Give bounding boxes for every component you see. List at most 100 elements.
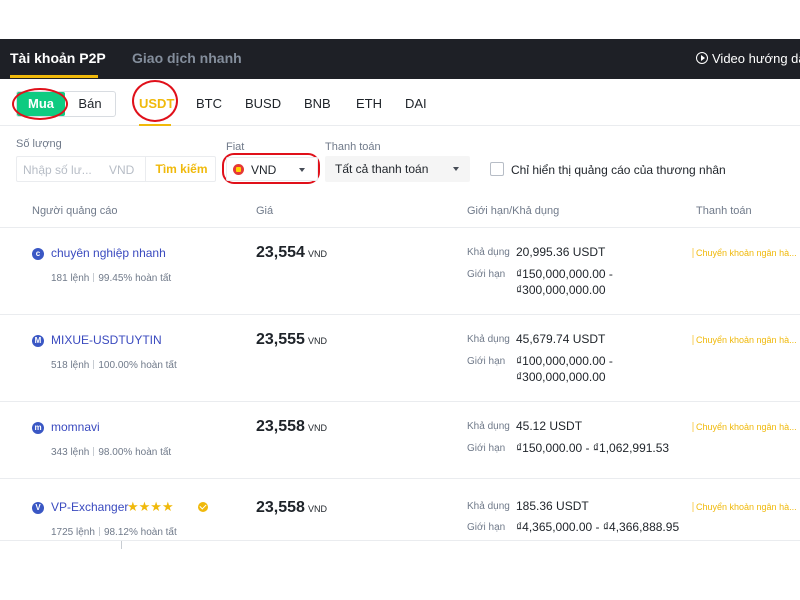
price-value: 23,558 <box>256 499 305 516</box>
coin-tab-usdt[interactable]: USDT <box>139 96 174 111</box>
column-header-price: Giá <box>256 205 274 217</box>
limit-value: ₫4,365,000.00 - ₫4,366,888.95 <box>516 520 680 534</box>
advertiser-name[interactable]: momnavi <box>51 420 100 434</box>
tab-p2p-account[interactable]: Tài khoản P2P <box>10 50 106 66</box>
order-count: 343 lệnh <box>51 447 90 458</box>
order-count: 181 lệnh <box>51 273 90 284</box>
limit-value-cont: ₫300,000,000.00 <box>516 283 606 297</box>
available-value: 45.12 USDT <box>516 419 583 433</box>
available-value: 185.36 USDT <box>516 499 589 513</box>
table-row: M MIXUE-USDTUYTIN 518 lệnh 100.00% hoàn t… <box>0 314 800 402</box>
amount-unit: VND <box>109 163 135 177</box>
divider <box>98 527 100 536</box>
available-value: 20,995.36 USDT <box>516 245 606 259</box>
column-header-payment: Thanh toán <box>696 205 752 217</box>
advertiser-stats: 518 lệnh 100.00% hoàn tất <box>51 360 177 371</box>
payment-select[interactable]: Tất cả thanh toán <box>325 156 470 182</box>
order-count: 518 lệnh <box>51 360 90 371</box>
column-header-limit: Giới hạn/Khả dụng <box>467 205 560 217</box>
advertiser-name[interactable]: VP-Exchanger <box>51 500 128 514</box>
coin-tab-dai[interactable]: DAI <box>405 96 427 111</box>
limit-label: Giới hạn <box>467 269 506 280</box>
avatar: M <box>32 335 44 347</box>
divider <box>93 273 95 282</box>
limit-value: ₫150,000.00 - ₫1,062,991.53 <box>516 441 670 455</box>
available-value: 45,679.74 USDT <box>516 332 606 346</box>
buy-button[interactable]: Mua <box>17 92 65 116</box>
price-value: 23,555 <box>256 331 305 348</box>
coin-tab-eth[interactable]: ETH <box>356 96 382 111</box>
divider <box>121 541 122 549</box>
fiat-select[interactable]: VND <box>226 157 318 181</box>
coin-tab-btc[interactable]: BTC <box>196 96 222 111</box>
payment-method-tag: Chuyển khoản ngân hà... <box>692 248 800 258</box>
payment-method-tag: Chuyển khoản ngân hà... <box>692 502 800 512</box>
price: 23,554 VND <box>256 244 327 262</box>
limit-label: Giới hạn <box>467 522 506 533</box>
amount-input[interactable]: Nhập số lư... <box>23 163 92 177</box>
table-row: V VP-Exchanger ★★★★ 1725 lệnh 98.12% hoàn… <box>0 478 800 540</box>
price-currency: VND <box>307 249 327 259</box>
price-value: 23,558 <box>256 418 305 435</box>
price-currency: VND <box>307 336 327 346</box>
completion-rate: 100.00% hoàn tất <box>98 360 177 371</box>
search-button[interactable]: Tìm kiếm <box>145 157 217 181</box>
play-icon <box>696 52 708 64</box>
vietnam-flag-icon <box>233 164 244 175</box>
limit-value-cont: ₫300,000,000.00 <box>516 370 606 384</box>
amount-label: Số lượng <box>16 138 62 150</box>
top-nav-bar: Tài khoản P2P Giao dịch nhanh Video hướn… <box>0 39 800 79</box>
buy-sell-toggle: Mua Bán <box>16 91 116 117</box>
coin-tab-indicator <box>139 124 171 126</box>
limit-label: Giới hạn <box>467 443 506 454</box>
price: 23,558 VND <box>256 418 327 436</box>
table-row: m momnavi 343 lệnh 98.00% hoàn tất 23,558… <box>0 401 800 489</box>
advertiser-stats: 343 lệnh 98.00% hoàn tất <box>51 447 171 458</box>
price: 23,558 VND <box>256 499 327 517</box>
sell-button[interactable]: Bán <box>65 92 115 116</box>
verified-badge-icon <box>198 502 208 512</box>
price-currency: VND <box>307 423 327 433</box>
chevron-down-icon <box>453 167 459 171</box>
chevron-down-icon <box>299 168 305 172</box>
avatar: V <box>32 502 44 514</box>
advertiser-name[interactable]: chuyên nghiệp nhanh <box>51 246 166 260</box>
order-count: 1725 lệnh <box>51 527 95 538</box>
advertiser-stats: 1725 lệnh 98.12% hoàn tất <box>51 527 177 538</box>
completion-rate: 98.00% hoàn tất <box>98 447 172 458</box>
divider <box>93 360 95 369</box>
video-guide-link[interactable]: Video hướng dẫ <box>696 51 800 66</box>
column-header-advertiser: Người quảng cáo <box>32 205 118 217</box>
fiat-value: VND <box>251 163 277 177</box>
available-label: Khả dụng <box>467 501 510 512</box>
crypto-selector-row: Mua Bán USDT BTC BUSD BNB ETH DAI <box>0 79 800 126</box>
tab-express-trade[interactable]: Giao dịch nhanh <box>132 50 242 66</box>
price-currency: VND <box>307 504 327 514</box>
limit-value: ₫100,000,000.00 - <box>516 354 613 368</box>
merchant-only-label: Chỉ hiển thị quảng cáo của thương nhân <box>511 163 726 177</box>
avatar: m <box>32 422 44 434</box>
coin-tab-bnb[interactable]: BNB <box>304 96 331 111</box>
payment-method-tag: Chuyển khoản ngân hà... <box>692 422 800 432</box>
payment-label: Thanh toán <box>325 141 381 153</box>
merchant-only-checkbox[interactable] <box>490 162 504 176</box>
available-label: Khả dụng <box>467 334 510 345</box>
available-label: Khả dụng <box>467 421 510 432</box>
amount-field: Nhập số lư... VND Tìm kiếm <box>16 156 216 182</box>
coin-tab-busd[interactable]: BUSD <box>245 96 281 111</box>
active-tab-indicator <box>10 75 98 78</box>
star-rating-icon: ★★★★ <box>127 499 174 514</box>
completion-rate: 99.45% hoàn tất <box>98 273 172 284</box>
limit-value: ₫150,000,000.00 - <box>516 267 613 281</box>
avatar: c <box>32 248 44 260</box>
video-guide-label: Video hướng dẫ <box>712 51 800 66</box>
limit-label: Giới hạn <box>467 356 506 367</box>
fiat-label: Fiat <box>226 141 245 153</box>
advertiser-name[interactable]: MIXUE-USDTUYTIN <box>51 333 162 347</box>
divider <box>0 540 800 541</box>
payment-method-tag: Chuyển khoản ngân hà... <box>692 335 800 345</box>
available-label: Khả dụng <box>467 247 510 258</box>
completion-rate: 98.12% hoàn tất <box>103 527 177 538</box>
table-row: c chuyên nghiệp nhanh 181 lệnh 99.45% hoà… <box>0 227 800 315</box>
divider <box>93 447 95 456</box>
